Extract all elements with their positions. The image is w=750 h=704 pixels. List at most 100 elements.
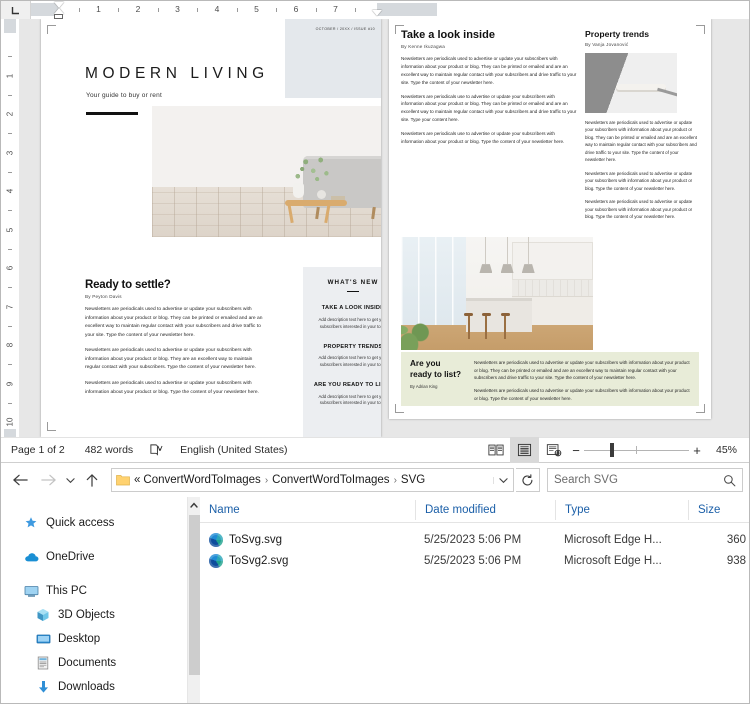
zoom-in-button[interactable]: + [689, 443, 705, 458]
proofing-status-button[interactable] [143, 437, 170, 463]
recent-locations-button[interactable] [63, 467, 77, 493]
breadcrumb-overflow[interactable]: « [134, 474, 140, 486]
nav-item-quick-access[interactable]: Quick access [1, 511, 187, 535]
refresh-button[interactable] [516, 468, 540, 492]
document-page-1[interactable]: OCTOBER / 20XX / ISSUE #10 MODERN LIVING… [41, 19, 381, 437]
column-header-type[interactable]: Type [555, 499, 688, 520]
ruler-number: 4 [214, 4, 220, 14]
navigation-pane: Quick access OneDrive This PC 3D Objects… [1, 497, 187, 703]
scroll-up-button[interactable] [188, 497, 200, 512]
ruler-number: 6 [293, 4, 299, 14]
file-name-cell[interactable]: ToSvg2.svg [200, 553, 415, 568]
search-input[interactable] [554, 474, 723, 486]
ruler-tick [78, 8, 80, 12]
word-document-area: 1 2 3 4 5 6 7 1 2 3 4 5 6 7 8 9 10 OCTOBER / 20XX / ISS… [1, 1, 749, 437]
article-paragraph: Newsletters are periodicals use to adver… [401, 131, 565, 145]
forward-button[interactable] [35, 467, 61, 493]
vertical-ruler[interactable]: 1 2 3 4 5 6 7 8 9 10 [1, 19, 19, 437]
up-button[interactable] [79, 467, 105, 493]
bottom-margin-zone[interactable] [4, 429, 16, 437]
zoom-slider-thumb[interactable] [610, 443, 614, 457]
breadcrumb-item-1[interactable]: ConvertWordToImages [143, 474, 260, 486]
file-name-cell[interactable]: ToSvg.svg [200, 532, 415, 547]
table-row[interactable]: ToSvg.svg 5/25/2023 5:06 PM Microsoft Ed… [200, 529, 749, 550]
column-header-size[interactable]: Size [688, 499, 748, 520]
ruler-number: 7 [5, 304, 15, 309]
up-arrow-icon [86, 473, 98, 487]
article-heading: Take a look inside [401, 29, 495, 41]
breadcrumb-item-3[interactable]: SVG [401, 474, 425, 486]
nav-item-onedrive[interactable]: OneDrive [1, 545, 187, 569]
word-status-bar: Page 1 of 2 482 words English (United St… [1, 437, 749, 463]
column-header-name[interactable]: Name [200, 500, 415, 520]
nav-item-label: OneDrive [46, 551, 95, 563]
breadcrumb-separator[interactable]: › [264, 475, 269, 486]
ruler-number: 2 [135, 4, 141, 14]
address-dropdown-button[interactable] [493, 476, 513, 484]
ruler-tick [8, 171, 12, 173]
address-bar[interactable]: « ConvertWordToImages › ConvertWordToIma… [111, 468, 514, 492]
top-margin-zone[interactable] [4, 19, 16, 33]
word-count[interactable]: 482 words [75, 437, 143, 463]
cube-icon [35, 607, 51, 623]
print-layout-view-button[interactable] [510, 437, 539, 463]
ruler-tick [157, 8, 159, 12]
nav-item-this-pc[interactable]: This PC [1, 579, 187, 603]
search-icon[interactable] [723, 474, 736, 487]
callout-byline: By Adrian King [410, 383, 438, 389]
file-name: ToSvg2.svg [229, 554, 289, 567]
page-indicator[interactable]: Page 1 of 2 [1, 437, 75, 463]
breadcrumb-item-2[interactable]: ConvertWordToImages [272, 474, 389, 486]
application-window: 1 2 3 4 5 6 7 1 2 3 4 5 6 7 8 9 10 OCTOBER / 20XX / ISS… [0, 0, 750, 704]
horizontal-ruler[interactable]: 1 2 3 4 5 6 7 [1, 1, 749, 19]
breadcrumb[interactable]: « ConvertWordToImages › ConvertWordToIma… [134, 474, 493, 486]
article-property-trends: Property trends By Vanja Jovanović Newsl… [585, 29, 699, 221]
nav-item-3d-objects[interactable]: 3D Objects [1, 603, 187, 627]
backsplash [512, 279, 593, 296]
web-layout-view-button[interactable] [539, 437, 568, 463]
nav-item-label: Documents [58, 657, 117, 669]
document-page-2[interactable]: Take a look inside By Kenne Ikuzagwa New… [389, 19, 711, 419]
article-heading: Property trends [585, 29, 649, 39]
nav-item-documents[interactable]: Documents [1, 651, 187, 675]
right-indent-marker[interactable] [371, 10, 382, 16]
right-margin-zone[interactable] [376, 3, 437, 16]
table-row[interactable]: ToSvg2.svg 5/25/2023 5:06 PM Microsoft E… [200, 550, 749, 571]
ruler-number: 9 [5, 381, 15, 386]
search-box[interactable] [547, 468, 743, 492]
tab-stop-selector-button[interactable] [1, 1, 31, 19]
document-canvas[interactable]: OCTOBER / 20XX / ISSUE #10 MODERN LIVING… [19, 19, 749, 437]
navigation-pane-scrollbar[interactable] [187, 497, 200, 703]
language-indicator[interactable]: English (United States) [170, 437, 297, 463]
zoom-slider[interactable] [584, 437, 689, 463]
file-list-pane[interactable]: Name Date modified Type Size ToSvg.svg 5… [200, 497, 749, 703]
read-mode-icon [487, 444, 504, 456]
paint-roller-photo[interactable] [585, 53, 677, 113]
article-byline: By Kenne Ikuzagwa [401, 44, 446, 49]
nav-item-music[interactable]: Music [1, 699, 187, 703]
zoom-control[interactable]: − + 45% [568, 437, 749, 463]
ruler-tick [8, 325, 12, 327]
read-mode-view-button[interactable] [481, 437, 510, 463]
masthead-rule [86, 112, 138, 115]
ruler-track[interactable]: 1 2 3 4 5 6 7 [31, 1, 749, 19]
roller-handle [656, 88, 677, 98]
nav-gap [1, 535, 187, 545]
scrollbar-thumb[interactable] [189, 515, 200, 675]
column-header-date-modified[interactable]: Date modified [415, 499, 555, 520]
living-room-photo[interactable] [152, 106, 381, 237]
zoom-out-button[interactable]: − [568, 443, 584, 458]
kitchen-photo[interactable] [401, 237, 593, 350]
nav-item-downloads[interactable]: Downloads [1, 675, 187, 699]
print-layout-icon [517, 443, 532, 457]
article-paragraph: Newsletters are periodicals used to adve… [85, 307, 263, 338]
zoom-percentage[interactable]: 45% [705, 444, 745, 456]
ruler-number: 2 [5, 111, 15, 117]
web-layout-icon [546, 444, 561, 457]
breadcrumb-separator[interactable]: › [393, 475, 398, 486]
back-button[interactable] [7, 467, 33, 493]
nav-item-desktop[interactable]: Desktop [1, 627, 187, 651]
pendant-lamp [500, 237, 514, 274]
whats-new-heading: PROPERTY TRENDS [323, 343, 382, 350]
ruler-number: 10 [5, 417, 15, 427]
